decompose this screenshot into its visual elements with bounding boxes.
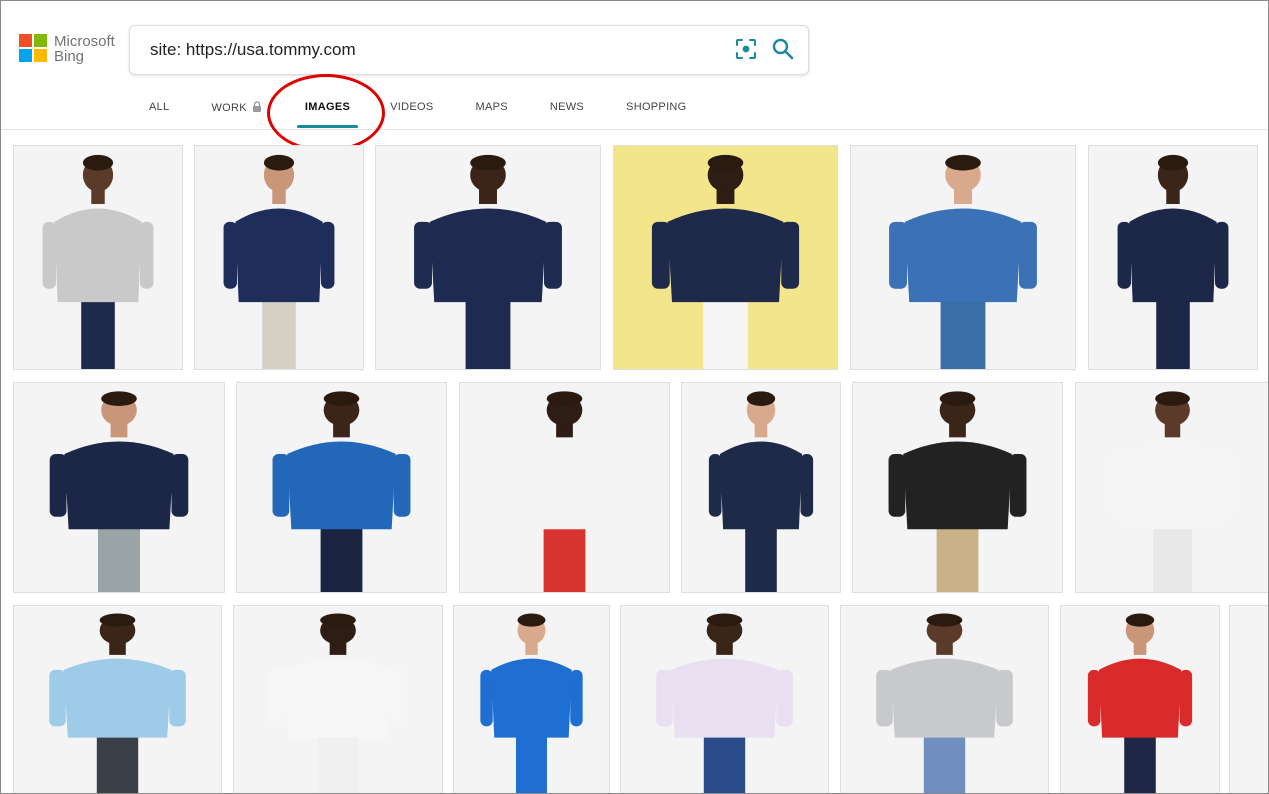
image-result-red-hoodie[interactable] (1060, 605, 1220, 793)
model-photo (480, 613, 583, 793)
image-result-logo-sweatshirt[interactable] (1075, 382, 1268, 593)
image-result-track-jacket[interactable] (681, 382, 841, 593)
model-photo (223, 154, 335, 369)
model-photo (414, 154, 562, 369)
image-result-navy-striped-sweater[interactable] (375, 145, 601, 370)
search-input[interactable] (150, 38, 710, 62)
tab-work[interactable]: WORK (211, 101, 261, 114)
image-result-striped-sweater[interactable] (13, 145, 183, 370)
model-photo (1117, 154, 1229, 369)
bing-logo[interactable]: Microsoft Bing (19, 34, 115, 64)
image-result-rugby-polo[interactable] (13, 382, 225, 593)
brand-line2: Bing (54, 48, 85, 65)
visual-search-icon[interactable] (735, 38, 757, 60)
model-photo (656, 613, 793, 793)
tab-maps[interactable]: MAPS (475, 101, 507, 114)
model-photo (49, 613, 186, 793)
model-photo (876, 613, 1013, 793)
image-result-navy-sweater[interactable] (194, 145, 364, 370)
header: Microsoft Bing ALL WORK IMAGES VIDEOS MA… (1, 1, 1268, 152)
tab-videos[interactable]: VIDEOS (390, 101, 433, 114)
image-result-printed-tee[interactable] (13, 605, 222, 793)
model-photo (1108, 391, 1237, 592)
model-photo (1087, 613, 1193, 793)
model-photo (889, 154, 1037, 369)
search-box[interactable] (129, 25, 809, 75)
image-result-white-tee[interactable] (233, 605, 443, 793)
model-photo (42, 154, 154, 369)
image-result-striped-sweatshirt[interactable] (852, 382, 1063, 593)
image-result-logo-tee[interactable] (840, 605, 1049, 793)
tab-news[interactable]: NEWS (550, 101, 584, 114)
browser-frame: Microsoft Bing ALL WORK IMAGES VIDEOS MA… (0, 0, 1269, 794)
search-tabs: ALL WORK IMAGES VIDEOS MAPS NEWS SHOPPIN… (149, 101, 687, 128)
tab-all[interactable]: ALL (149, 101, 169, 114)
image-result-windbreaker[interactable] (236, 382, 447, 593)
model-photo (888, 391, 1027, 592)
image-result-blue-sweater[interactable] (453, 605, 610, 793)
microsoft-logo-icon (19, 34, 47, 62)
image-result-hooded-vest[interactable] (613, 145, 838, 370)
model-photo (49, 391, 189, 592)
image-result-partial[interactable] (1229, 605, 1268, 793)
image-result-striped-tee[interactable] (850, 145, 1076, 370)
model-photo (708, 391, 814, 592)
image-result-tank-top[interactable] (459, 382, 670, 593)
model-photo (495, 391, 634, 592)
tab-shopping[interactable]: SHOPPING (626, 101, 686, 114)
image-result-colorblock-polo[interactable] (1088, 145, 1258, 370)
model-photo (269, 613, 407, 793)
image-results-grid (1, 130, 1268, 793)
search-icon[interactable] (771, 37, 795, 61)
model-photo (651, 154, 800, 369)
lock-icon (252, 101, 261, 112)
image-result-short-sleeve-shirt[interactable] (620, 605, 829, 793)
brand-line1: Microsoft (54, 33, 115, 50)
model-photo (272, 391, 411, 592)
